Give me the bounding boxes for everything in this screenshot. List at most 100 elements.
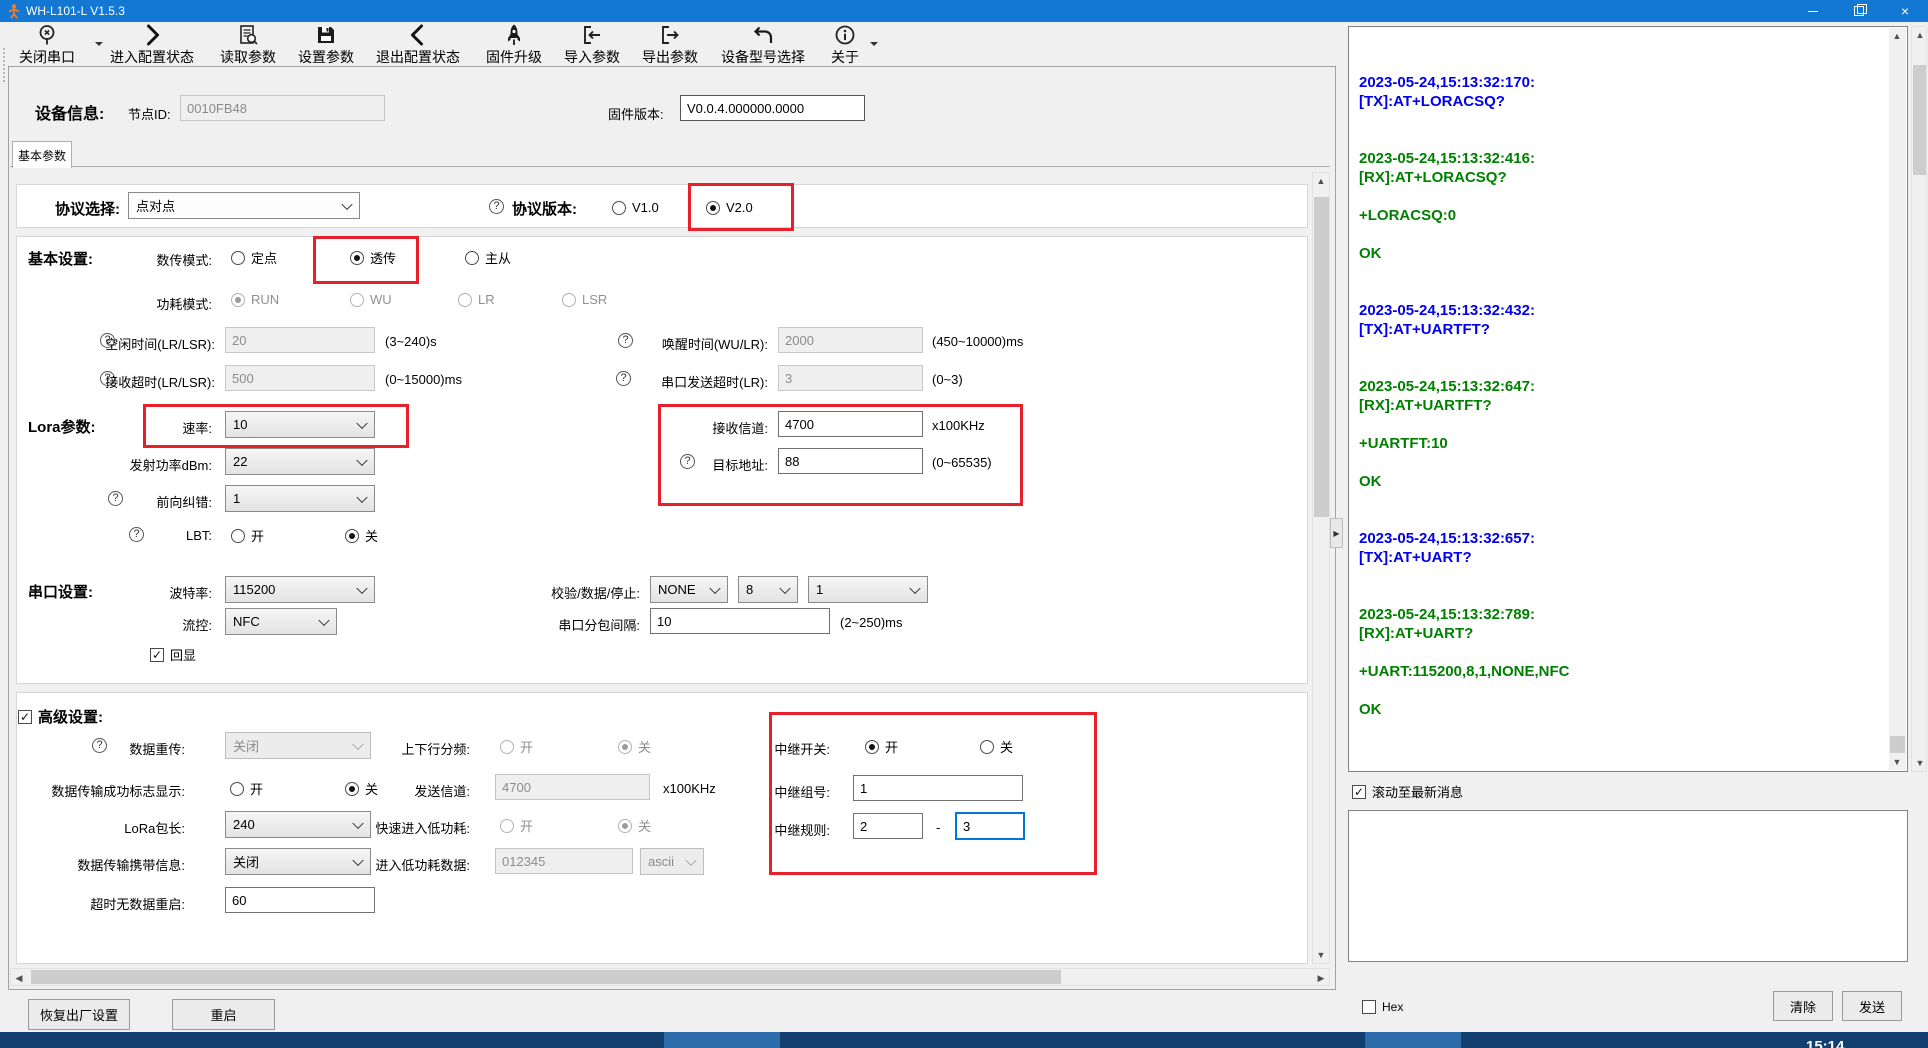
target-addr-hint: (0~65535) — [932, 455, 992, 470]
clear-button[interactable]: 清除 — [1773, 991, 1833, 1021]
app-logo-icon — [6, 3, 22, 19]
radio-relay-on[interactable]: 开 — [865, 737, 898, 756]
baud-combo[interactable]: 115200 — [225, 576, 375, 603]
about-dropdown-caret[interactable] — [870, 42, 878, 50]
rx-timeout-field — [225, 365, 375, 391]
device-model-icon — [751, 23, 775, 47]
minimize-button[interactable] — [1790, 0, 1836, 22]
taskbar-highlight — [1365, 1032, 1461, 1048]
packet-interval-field[interactable] — [650, 608, 830, 634]
relay-rule-from-field[interactable] — [853, 813, 923, 839]
toolbar-import-params[interactable]: 导入参数 — [560, 23, 624, 67]
target-addr-field[interactable] — [778, 448, 923, 474]
right-panel-scrollbar-thumb[interactable] — [1913, 65, 1926, 175]
about-icon — [833, 23, 857, 47]
flow-combo[interactable]: NFC — [225, 608, 337, 635]
echo-checkbox[interactable]: ✓回显 — [150, 645, 196, 664]
toolbar-set-params[interactable]: 设置参数 — [294, 23, 358, 67]
toolbar-about[interactable]: 关于 — [826, 23, 864, 67]
relay-group-field[interactable] — [853, 775, 1023, 801]
lp-data-field — [495, 848, 633, 874]
relay-rule-separator: - — [936, 820, 940, 835]
send-input-area[interactable] — [1348, 810, 1908, 962]
protocol-select-label: 协议选择: — [55, 198, 120, 219]
scroll-down-icon[interactable]: ▼ — [1313, 947, 1329, 963]
toolbar-grip[interactable] — [3, 48, 5, 82]
radio-success-flag-on[interactable]: 开 — [230, 779, 263, 798]
close-port-dropdown-caret[interactable] — [95, 42, 103, 50]
vertical-scrollbar-thumb[interactable] — [1314, 197, 1329, 517]
power-mode-label: 功耗模式: — [95, 294, 212, 313]
autoscroll-checkbox[interactable]: ✓滚动至最新消息 — [1352, 782, 1463, 801]
chevron-down-icon — [341, 198, 352, 209]
toolbar-exit-config[interactable]: 退出配置状态 — [370, 23, 466, 67]
tab-strip — [10, 166, 1330, 167]
data-bits-combo[interactable]: 8 — [738, 576, 798, 603]
log-scrollbar-thumb[interactable] — [1890, 736, 1905, 753]
toolbar-close-port[interactable]: 关闭串口 — [8, 23, 86, 67]
hex-checkbox[interactable]: Hex — [1362, 1000, 1403, 1014]
lora-rate-combo[interactable]: 10 — [225, 411, 375, 438]
export-params-icon — [658, 23, 682, 47]
protocol-select-combo[interactable]: 点对点 — [128, 192, 360, 219]
radio-mode-transparent[interactable]: 透传 — [350, 248, 396, 267]
factory-reset-button[interactable]: 恢复出厂设置 — [28, 999, 130, 1030]
restore-button[interactable] — [1836, 0, 1882, 22]
vertical-scrollbar[interactable]: ▲ ▼ — [1312, 172, 1330, 964]
tab-basic-params[interactable]: 基本参数 — [12, 141, 72, 168]
radio-protocol-v2[interactable]: V2.0 — [706, 200, 753, 215]
panel-splitter-handle[interactable]: ▶ — [1330, 518, 1343, 548]
radio-mode-master-slave[interactable]: 主从 — [465, 248, 511, 267]
chevron-down-icon — [709, 582, 720, 593]
scroll-down-icon[interactable]: ▼ — [1889, 754, 1905, 770]
log-scrollbar[interactable]: ▲ ▼ — [1889, 28, 1906, 770]
send-button[interactable]: 发送 — [1842, 991, 1902, 1021]
toolbar-enter-config[interactable]: 进入配置状态 — [104, 23, 200, 67]
scroll-up-icon[interactable]: ▲ — [1889, 28, 1905, 44]
close-button[interactable]: × — [1882, 0, 1928, 22]
radio-lbt-on[interactable]: 开 — [231, 526, 264, 545]
chevron-down-icon — [356, 417, 367, 428]
tx-channel-label: 发送信道: — [360, 781, 470, 800]
advanced-settings-checkbox[interactable]: ✓ 高级设置: — [18, 706, 103, 727]
relay-group-label: 中继组号: — [745, 782, 830, 801]
node-id-label: 节点ID: — [128, 104, 171, 123]
toolbar-export-params[interactable]: 导出参数 — [638, 23, 702, 67]
radio-protocol-v1[interactable]: V1.0 — [612, 200, 659, 215]
chevron-down-icon — [318, 614, 329, 625]
relay-rule-to-field[interactable] — [955, 812, 1025, 840]
parity-combo[interactable]: NONE — [650, 576, 728, 603]
save-params-icon — [314, 23, 338, 47]
log-entry: 2023-05-24,15:13:32:647: [RX]:AT+UARTFT?… — [1359, 377, 1883, 491]
packet-interval-label: 串口分包间隔: — [480, 615, 640, 634]
horizontal-scrollbar-thumb[interactable] — [31, 970, 1061, 984]
horizontal-scrollbar[interactable]: ◀ ▶ — [10, 968, 1330, 986]
protocol-version-label: 协议版本: — [512, 198, 577, 219]
restart-button[interactable]: 重启 — [172, 999, 275, 1030]
log-entry: 2023-05-24,15:13:32:789: [RX]:AT+UART? +… — [1359, 605, 1883, 719]
toolbar-firmware-upgrade[interactable]: 固件升级 — [482, 23, 546, 67]
stop-bits-combo[interactable]: 1 — [808, 576, 928, 603]
log-output-area[interactable]: 2023-05-24,15:13:32:170: [TX]:AT+LORACSQ… — [1348, 26, 1908, 772]
radio-relay-off[interactable]: 关 — [980, 737, 1013, 756]
right-panel-scrollbar[interactable]: ▲ ▼ — [1911, 26, 1927, 772]
fec-combo[interactable]: 1 — [225, 485, 375, 512]
no-data-restart-field[interactable] — [225, 887, 375, 913]
scroll-down-icon[interactable]: ▼ — [1912, 755, 1928, 771]
toolbar-device-model-select[interactable]: 设备型号选择 — [716, 23, 810, 67]
scroll-up-icon[interactable]: ▲ — [1313, 173, 1329, 189]
scroll-up-icon[interactable]: ▲ — [1912, 27, 1928, 43]
scroll-left-icon[interactable]: ◀ — [11, 970, 27, 986]
rx-channel-field[interactable] — [778, 411, 923, 437]
protocol-version-help-icon[interactable]: ? — [489, 199, 504, 214]
read-params-icon — [236, 23, 260, 47]
success-flag-label: 数据传输成功标志显示: — [20, 781, 185, 800]
toolbar-read-params[interactable]: 读取参数 — [216, 23, 280, 67]
tx-power-combo[interactable]: 22 — [225, 448, 375, 475]
radio-lbt-off[interactable]: 关 — [345, 526, 378, 545]
scroll-right-icon[interactable]: ▶ — [1313, 970, 1329, 986]
firmware-field[interactable] — [680, 95, 865, 121]
packet-len-label: LoRa包长: — [60, 818, 185, 837]
uart-timeout-hint: (0~3) — [932, 372, 963, 387]
radio-mode-fixed[interactable]: 定点 — [231, 248, 277, 267]
